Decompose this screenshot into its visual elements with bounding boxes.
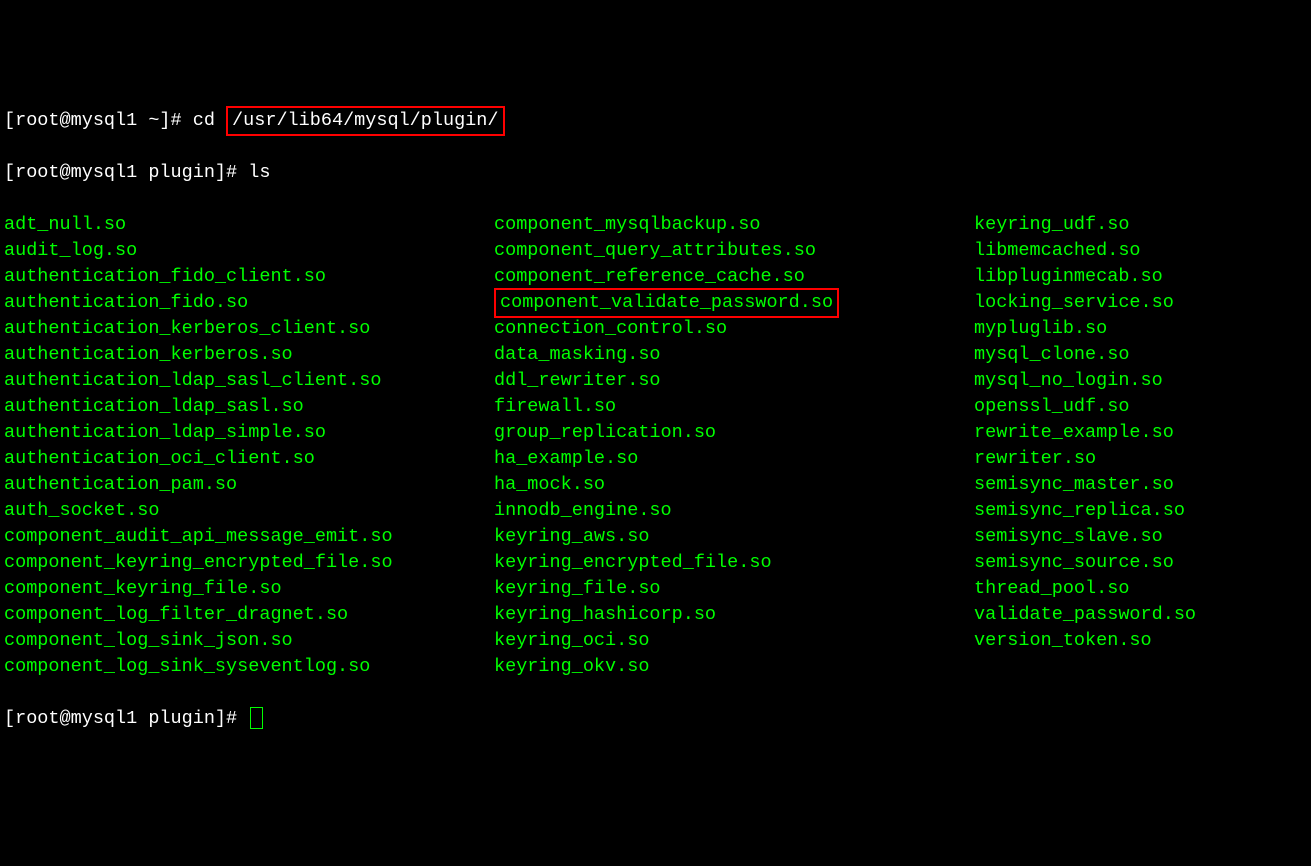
file-item: keyring_okv.so	[494, 654, 974, 680]
file-item: authentication_oci_client.so	[4, 446, 494, 472]
file-item: rewrite_example.so	[974, 420, 1307, 446]
file-item: authentication_kerberos_client.so	[4, 316, 494, 342]
file-item: locking_service.so	[974, 290, 1307, 316]
file-item: authentication_ldap_sasl_client.so	[4, 368, 494, 394]
file-item: firewall.so	[494, 394, 974, 420]
terminal-line-prompt[interactable]: [root@mysql1 plugin]#	[4, 706, 1307, 732]
file-item: mysql_no_login.so	[974, 368, 1307, 394]
file-item: adt_null.so	[4, 212, 494, 238]
ls-output: adt_null.soaudit_log.soauthentication_fi…	[4, 212, 1307, 680]
file-item: authentication_fido_client.so	[4, 264, 494, 290]
file-item: semisync_master.so	[974, 472, 1307, 498]
file-item: semisync_replica.so	[974, 498, 1307, 524]
file-item: component_log_sink_json.so	[4, 628, 494, 654]
file-item: libpluginmecab.so	[974, 264, 1307, 290]
file-item: ha_example.so	[494, 446, 974, 472]
file-item: component_mysqlbackup.so	[494, 212, 974, 238]
file-item: keyring_oci.so	[494, 628, 974, 654]
file-item: component_query_attributes.so	[494, 238, 974, 264]
file-column-1: adt_null.soaudit_log.soauthentication_fi…	[4, 212, 494, 680]
file-item: innodb_engine.so	[494, 498, 974, 524]
file-item: auth_socket.so	[4, 498, 494, 524]
file-item: mypluglib.so	[974, 316, 1307, 342]
file-item: ha_mock.so	[494, 472, 974, 498]
file-item: keyring_aws.so	[494, 524, 974, 550]
file-item: ddl_rewriter.so	[494, 368, 974, 394]
highlighted-file: component_validate_password.so	[494, 288, 839, 318]
file-item: component_keyring_file.so	[4, 576, 494, 602]
file-item: component_reference_cache.so	[494, 264, 974, 290]
file-column-3: keyring_udf.solibmemcached.solibpluginme…	[974, 212, 1307, 680]
file-item: component_log_filter_dragnet.so	[4, 602, 494, 628]
file-item: rewriter.so	[974, 446, 1307, 472]
file-item: authentication_pam.so	[4, 472, 494, 498]
prompt-3: [root@mysql1 plugin]#	[4, 708, 248, 729]
file-item: connection_control.so	[494, 316, 974, 342]
file-column-2: component_mysqlbackup.socomponent_query_…	[494, 212, 974, 680]
terminal-line-1: [root@mysql1 ~]# cd /usr/lib64/mysql/plu…	[4, 108, 1307, 134]
file-item: data_masking.so	[494, 342, 974, 368]
file-item: keyring_udf.so	[974, 212, 1307, 238]
file-item: keyring_hashicorp.so	[494, 602, 974, 628]
file-item: authentication_kerberos.so	[4, 342, 494, 368]
prompt-1: [root@mysql1 ~]#	[4, 110, 193, 131]
file-item: authentication_ldap_simple.so	[4, 420, 494, 446]
file-item: thread_pool.so	[974, 576, 1307, 602]
file-item: keyring_encrypted_file.so	[494, 550, 974, 576]
file-item: group_replication.so	[494, 420, 974, 446]
file-item: audit_log.so	[4, 238, 494, 264]
cmd-cd: cd	[193, 110, 226, 131]
cmd-ls: ls	[248, 162, 270, 183]
file-item: component_audit_api_message_emit.so	[4, 524, 494, 550]
file-item: keyring_file.so	[494, 576, 974, 602]
prompt-2: [root@mysql1 plugin]#	[4, 162, 248, 183]
file-item: validate_password.so	[974, 602, 1307, 628]
file-item: openssl_udf.so	[974, 394, 1307, 420]
file-item: authentication_ldap_sasl.so	[4, 394, 494, 420]
file-item: version_token.so	[974, 628, 1307, 654]
file-item: semisync_source.so	[974, 550, 1307, 576]
terminal-line-2: [root@mysql1 plugin]# ls	[4, 160, 1307, 186]
file-item: component_log_sink_syseventlog.so	[4, 654, 494, 680]
file-item: mysql_clone.so	[974, 342, 1307, 368]
cursor-icon	[250, 707, 263, 729]
file-item: libmemcached.so	[974, 238, 1307, 264]
file-item: authentication_fido.so	[4, 290, 494, 316]
file-item: semisync_slave.so	[974, 524, 1307, 550]
highlighted-path: /usr/lib64/mysql/plugin/	[226, 106, 504, 136]
file-item: component_keyring_encrypted_file.so	[4, 550, 494, 576]
